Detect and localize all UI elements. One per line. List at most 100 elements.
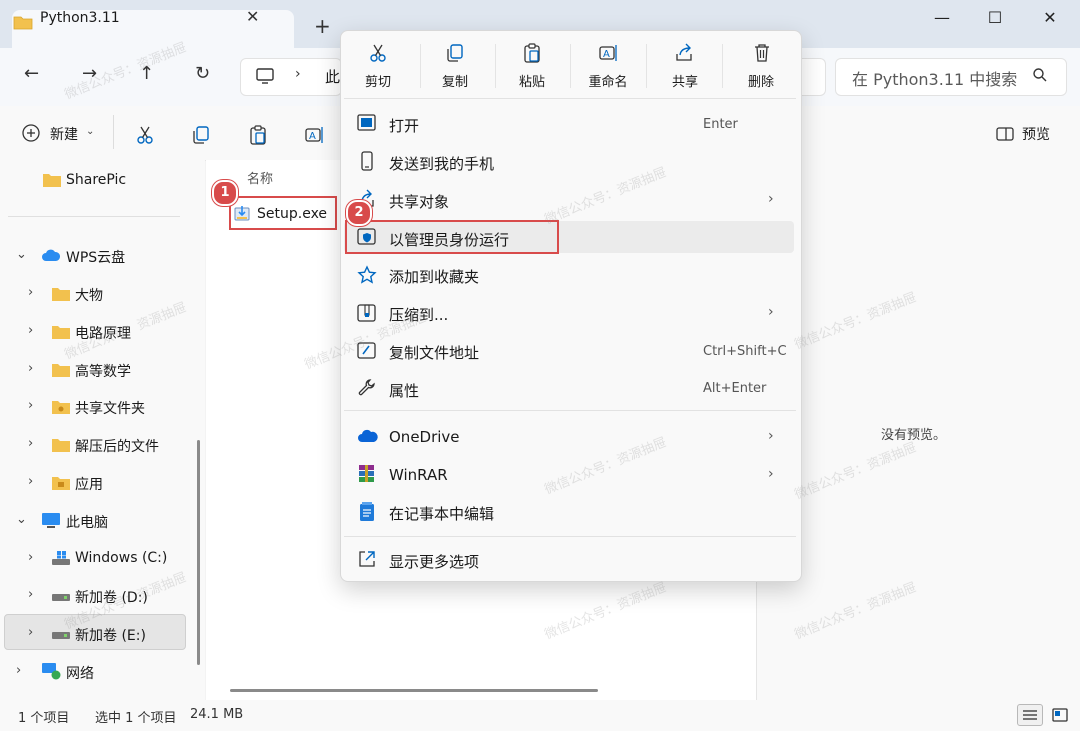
forward-icon[interactable]: → [82,63,97,84]
tiles-view-icon[interactable] [1050,706,1070,724]
rename-label[interactable]: 重命名 [578,71,638,90]
maximize-icon[interactable]: ☐ [975,8,1015,27]
wrench-icon [358,379,375,396]
menu-item-winrar[interactable]: WinRAR [389,466,448,484]
chevron-right-icon[interactable]: › [28,625,33,640]
paste-icon[interactable] [521,42,543,64]
minimize-icon[interactable]: — [922,8,962,27]
step-badge-1: 1 [212,180,238,206]
chevron-down-icon[interactable]: ⌄ [86,126,94,137]
rename-icon[interactable]: A [303,124,325,146]
quick-action-separator [646,44,647,88]
menu-item-properties[interactable]: 属性 [389,380,419,401]
windows-drive-icon [52,551,70,565]
share-label[interactable]: 共享 [655,71,715,90]
status-size: 24.1 MB [190,707,244,722]
details-view-button[interactable] [1017,704,1043,726]
menu-item-onedrive[interactable]: OneDrive [389,428,460,446]
folder-icon [43,174,61,187]
drive-icon [52,632,70,639]
star-icon [357,265,377,284]
refresh-icon[interactable]: ↻ [195,63,210,84]
copy-label[interactable]: 复制 [425,71,485,90]
shortcut-properties: Alt+Enter [703,381,767,396]
sidebar-item-this-pc[interactable]: 此电脑 [66,512,108,532]
chevron-right-icon[interactable]: › [16,663,21,678]
sidebar-scrollbar[interactable] [197,440,200,665]
tab-title: Python3.11 [40,10,120,26]
paste-icon[interactable] [247,124,269,146]
chevron-down-icon[interactable]: ⌄ [16,247,27,262]
menu-item-copy-path[interactable]: 复制文件地址 [389,342,479,363]
copy-icon[interactable] [444,42,466,64]
chevron-right-icon[interactable]: › [28,285,33,300]
chevron-right-icon[interactable]: › [28,587,33,602]
sidebar-item-dawu[interactable]: 大物 [75,285,103,305]
sidebar-item-extracted[interactable]: 解压后的文件 [75,436,159,456]
winrar-icon [359,465,374,482]
computer-icon [256,68,274,84]
new-button-label[interactable]: 新建 [50,124,78,144]
shortcut-open: Enter [703,117,738,132]
chevron-right-icon[interactable]: › [28,398,33,413]
up-icon[interactable]: ↑ [139,63,154,84]
phone-icon [361,151,373,171]
chevron-right-icon[interactable]: › [28,550,33,565]
new-icon[interactable] [20,122,42,144]
search-icon[interactable] [1032,67,1048,83]
sidebar-item-circuit[interactable]: 电路原理 [75,323,131,343]
menu-separator [344,98,796,99]
cut-icon[interactable] [134,124,156,146]
chevron-right-icon[interactable]: › [28,323,33,338]
status-selected: 选中 1 个项目 [95,711,177,726]
sidebar-item-network[interactable]: 网络 [66,663,94,683]
drive-icon [52,594,70,601]
sidebar-item-drive-e[interactable]: 新加卷 (E:) [75,625,146,645]
sidebar-item-sharepic[interactable]: SharePic [66,172,126,188]
cut-icon[interactable] [367,42,389,64]
chevron-right-icon[interactable]: › [28,361,33,376]
copy-icon[interactable] [190,124,212,146]
folder-icon [13,16,33,30]
address-chevron[interactable]: › [295,66,301,82]
sidebar-item-math[interactable]: 高等数学 [75,361,131,381]
menu-item-add-favorites[interactable]: 添加到收藏夹 [389,266,479,287]
menu-item-compress[interactable]: 压缩到... [389,304,448,325]
address-text: 此 [325,68,341,86]
sidebar-item-apps[interactable]: 应用 [75,474,103,494]
chevron-right-icon[interactable]: › [28,474,33,489]
preview-pane-icon[interactable] [995,124,1015,144]
more-options-icon [359,551,375,567]
delete-icon[interactable] [751,42,773,64]
preview-button-label[interactable]: 预览 [1022,124,1050,144]
sidebar-separator [8,216,180,217]
horizontal-scrollbar[interactable] [230,689,598,692]
sidebar-item-drive-c[interactable]: Windows (C:) [75,550,167,566]
new-tab-icon[interactable]: + [314,16,331,36]
sidebar-item-shared-folder[interactable]: 共享文件夹 [75,398,145,418]
menu-item-share-with[interactable]: 共享对象 [389,191,449,212]
sidebar-item-wps-cloud[interactable]: WPS云盘 [66,247,125,267]
step-badge-2: 2 [346,200,372,226]
paste-label[interactable]: 粘贴 [502,71,562,90]
chevron-down-icon[interactable]: ⌄ [16,512,27,527]
column-header-name[interactable]: 名称 [247,168,273,187]
rename-icon[interactable]: A [597,42,619,64]
shared-folder-icon [52,401,70,414]
menu-item-edit-notepad[interactable]: 在记事本中编辑 [389,503,494,524]
menu-item-open[interactable]: 打开 [389,115,419,136]
quick-action-separator [420,44,421,88]
back-icon[interactable]: ← [24,63,39,84]
menu-item-show-more[interactable]: 显示更多选项 [389,551,479,572]
apps-folder-icon [52,477,70,490]
sidebar-item-drive-d[interactable]: 新加卷 (D:) [75,587,148,607]
close-icon[interactable]: ✕ [1030,8,1070,27]
tab-close-icon[interactable]: ✕ [246,7,259,26]
cut-label[interactable]: 剪切 [348,71,408,90]
run-as-admin-highlight-box [345,220,559,254]
menu-separator [344,410,796,411]
share-icon[interactable] [674,42,696,64]
delete-label[interactable]: 删除 [731,71,791,90]
menu-item-send-to-phone[interactable]: 发送到我的手机 [389,153,494,174]
chevron-right-icon[interactable]: › [28,436,33,451]
